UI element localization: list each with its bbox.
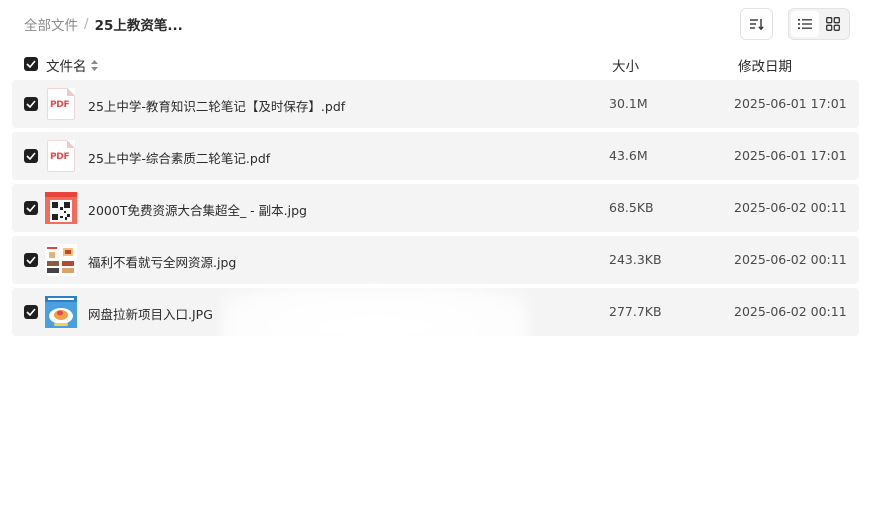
- breadcrumb-current-folder: 25上教资笔...: [94, 18, 183, 34]
- column-header-name-label: 文件名: [46, 59, 87, 75]
- row-checkbox[interactable]: [24, 149, 38, 163]
- file-date: 2025-06-02 00:11: [734, 200, 847, 215]
- file-size: 243.3KB: [609, 252, 662, 267]
- file-name[interactable]: 25上中学-教育知识二轮笔记【及时保存】.pdf: [88, 96, 345, 115]
- top-bar: 全部文件 / 25上教资笔...: [0, 0, 874, 48]
- list-view-icon: [798, 19, 812, 29]
- file-date: 2025-06-01 17:01: [734, 148, 847, 163]
- row-checkbox[interactable]: [24, 97, 38, 111]
- pdf-label: PDF: [50, 100, 70, 110]
- file-date: 2025-06-02 00:11: [734, 304, 847, 319]
- file-size: 277.7KB: [609, 304, 662, 319]
- file-name[interactable]: 25上中学-综合素质二轮笔记.pdf: [88, 148, 270, 167]
- breadcrumb-root-link[interactable]: 全部文件: [24, 14, 78, 34]
- sort-button[interactable]: [740, 8, 773, 40]
- qr-image-thumbnail: [45, 192, 77, 224]
- check-icon: [26, 308, 36, 316]
- check-icon: [26, 152, 36, 160]
- sort-toggle-icon: [90, 59, 98, 71]
- column-header-name[interactable]: 文件名: [46, 55, 98, 75]
- file-list-header: 文件名 大小 修改日期: [0, 52, 874, 76]
- file-row[interactable]: PDF 25上中学-教育知识二轮笔记【及时保存】.pdf 30.1M 2025-…: [12, 80, 859, 128]
- row-checkbox[interactable]: [24, 305, 38, 319]
- blurred-overlay: [222, 286, 528, 368]
- check-icon: [26, 204, 36, 212]
- pdf-file-icon: PDF: [45, 88, 77, 120]
- breadcrumb-separator: /: [84, 16, 89, 32]
- file-row[interactable]: 2000T免费资源大合集超全_ - 副本.jpg 68.5KB 2025-06-…: [12, 184, 859, 232]
- poster-image-thumbnail: [45, 244, 77, 276]
- check-icon: [26, 100, 36, 108]
- check-icon: [26, 60, 36, 68]
- pdf-label: PDF: [50, 152, 70, 162]
- file-name[interactable]: 2000T免费资源大合集超全_ - 副本.jpg: [88, 200, 307, 219]
- list-view-button[interactable]: [791, 11, 819, 37]
- select-all-checkbox[interactable]: [24, 57, 38, 71]
- grid-view-button[interactable]: [819, 11, 847, 37]
- file-size: 43.6M: [609, 148, 648, 163]
- file-row[interactable]: 福利不看就亏全网资源.jpg 243.3KB 2025-06-02 00:11: [12, 236, 859, 284]
- grid-view-icon: [826, 17, 840, 31]
- view-toggle: [788, 8, 850, 40]
- file-date: 2025-06-02 00:11: [734, 252, 847, 267]
- breadcrumb: 全部文件 / 25上教资笔...: [24, 14, 183, 34]
- row-checkbox[interactable]: [24, 253, 38, 267]
- sort-lines-icon: [750, 18, 764, 30]
- promo-image-thumbnail: [45, 296, 77, 328]
- file-size: 68.5KB: [609, 200, 654, 215]
- row-checkbox[interactable]: [24, 201, 38, 215]
- file-name[interactable]: 网盘拉新项目入口.JPG: [88, 304, 213, 323]
- check-icon: [26, 256, 36, 264]
- file-name[interactable]: 福利不看就亏全网资源.jpg: [88, 252, 236, 271]
- file-row[interactable]: PDF 25上中学-综合素质二轮笔记.pdf 43.6M 2025-06-01 …: [12, 132, 859, 180]
- file-date: 2025-06-01 17:01: [734, 96, 847, 111]
- column-header-date[interactable]: 修改日期: [738, 55, 792, 75]
- column-header-size[interactable]: 大小: [612, 55, 639, 75]
- pdf-file-icon: PDF: [45, 140, 77, 172]
- file-size: 30.1M: [609, 96, 648, 111]
